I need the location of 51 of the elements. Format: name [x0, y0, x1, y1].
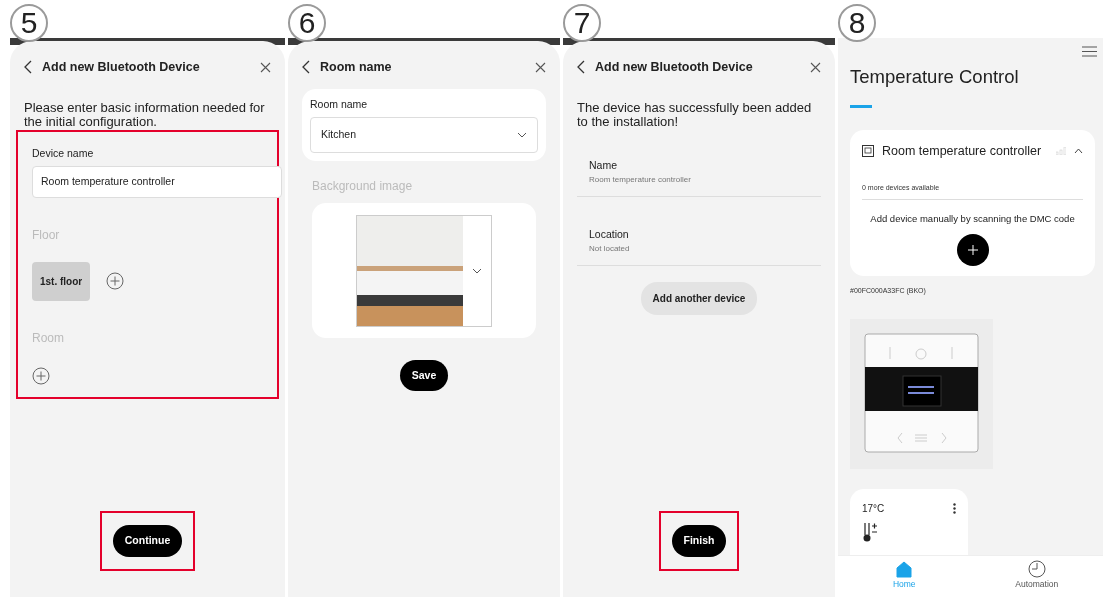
screen-title: Add new Bluetooth Device: [595, 58, 754, 76]
menu-icon[interactable]: [1082, 46, 1097, 57]
clock-icon: [1027, 560, 1046, 578]
step-number: 6: [288, 4, 326, 42]
close-icon[interactable]: [260, 61, 271, 73]
field-label: Room name: [310, 97, 369, 112]
step-number: 7: [563, 4, 601, 42]
instruction-text: Please enter basic information needed for the initial configuration.: [24, 101, 266, 129]
section-label: Room: [32, 329, 65, 347]
primary-button[interactable]: Save: [399, 359, 449, 392]
screen-title: Temperature Control: [849, 65, 1020, 89]
title-underline: [850, 104, 872, 108]
device-name: Room temperature controller: [882, 142, 1043, 160]
chevron-down-icon[interactable]: [517, 131, 527, 138]
primary-button[interactable]: Continue: [112, 525, 183, 557]
success-message: The device has successfully been added to the installation!: [577, 101, 813, 129]
add-icon[interactable]: [32, 366, 50, 385]
section-label: Floor: [32, 226, 61, 244]
detail-value: Room temperature controller: [589, 174, 692, 187]
image-picker[interactable]: [356, 214, 492, 327]
add-icon[interactable]: [106, 272, 125, 291]
section-label: Background image: [312, 177, 414, 195]
chevron-down-icon[interactable]: [472, 267, 482, 274]
close-icon[interactable]: [810, 61, 821, 73]
step-number: 8: [838, 4, 876, 42]
screen-title: Add new Bluetooth Device: [42, 58, 201, 76]
back-icon[interactable]: [302, 60, 310, 74]
detail-label: Name: [589, 158, 618, 174]
field-label: Device name: [32, 146, 95, 162]
more-options-icon[interactable]: [953, 502, 956, 514]
chevron-up-icon[interactable]: [1074, 148, 1083, 155]
detail-label: Location: [589, 227, 630, 243]
add-button-icon[interactable]: [956, 234, 989, 267]
add-another-device-button[interactable]: Add another device: [640, 281, 758, 315]
back-icon[interactable]: [24, 60, 32, 74]
thermometer-icon: [862, 521, 878, 542]
primary-button[interactable]: Finish: [671, 525, 727, 557]
home-icon: [895, 560, 914, 578]
nav-tab[interactable]: Automation: [970, 556, 1103, 597]
device-icon: [862, 145, 874, 158]
temperature-reading: 17°C: [862, 501, 885, 516]
close-icon[interactable]: [535, 61, 546, 73]
scan-hint: Add device manually by scanning the DMC code: [869, 212, 1076, 226]
step-number: 5: [10, 4, 48, 42]
detail-value: Not located: [589, 242, 631, 255]
signal-icon: [1056, 147, 1066, 156]
screen-title: Room name: [320, 58, 393, 76]
floor-chip[interactable]: 1st. floor: [32, 261, 91, 301]
device-name-input[interactable]: Room temperature controller: [32, 166, 282, 198]
back-icon[interactable]: [577, 60, 585, 74]
room-select[interactable]: Kitchen: [310, 116, 538, 153]
